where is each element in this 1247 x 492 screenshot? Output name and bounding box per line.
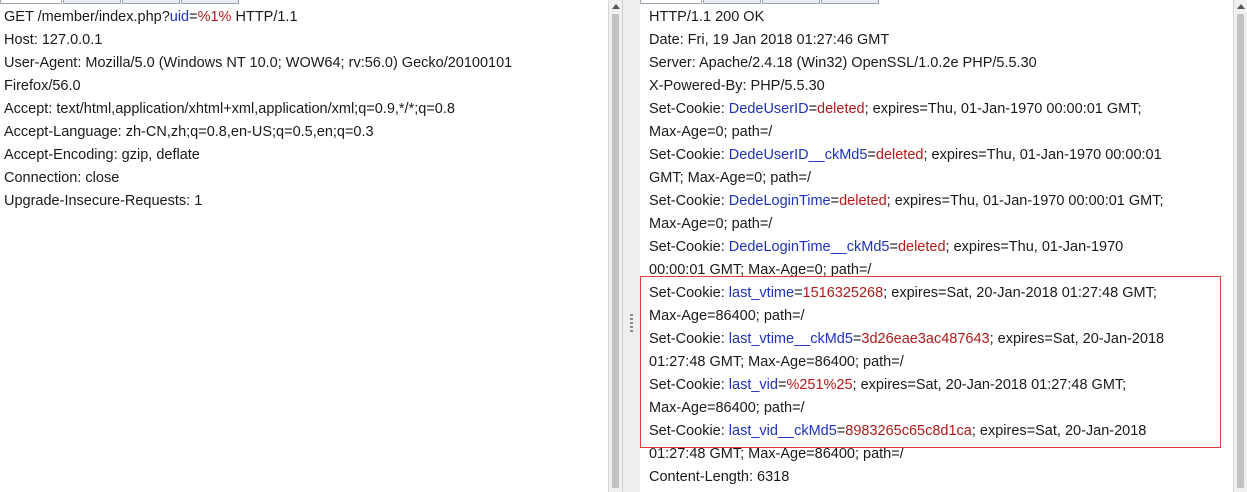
set-cookie-cont: GMT; Max-Age=0; path=/ <box>649 170 811 186</box>
set-cookie-label: Set-Cookie: <box>649 147 729 163</box>
set-cookie-line: Set-Cookie: last_vtime=1516325268; expir… <box>649 282 1157 305</box>
param-name: uid <box>169 9 190 25</box>
cookie-value: %251%25 <box>786 377 853 393</box>
response-tabs <box>640 0 880 4</box>
set-cookie-label: Set-Cookie: <box>649 331 729 347</box>
header-powered-by: X-Powered-By: PHP/5.5.30 <box>649 78 825 94</box>
cookie-name: last_vid__ckMd5 <box>728 423 837 439</box>
cookie-value: 1516325268 <box>802 285 884 301</box>
cookie-value: deleted <box>897 239 946 255</box>
set-cookie-line: Set-Cookie: last_vid=%251%25; expires=Sa… <box>649 374 1126 397</box>
set-cookie-cont: Max-Age=86400; path=/ <box>649 400 805 416</box>
cookie-attrs: ; expires=Sat, 20-Jan-2018 01:27:48 GMT; <box>883 285 1157 301</box>
request-protocol: HTTP/1.1 <box>231 9 298 25</box>
set-cookie-cont: Max-Age=0; path=/ <box>649 216 773 232</box>
cookie-name: DedeUserID <box>728 101 809 117</box>
cookie-eq: = <box>830 193 840 209</box>
header-date: Date: Fri, 19 Jan 2018 01:27:46 GMT <box>649 32 890 48</box>
request-tabs <box>0 0 240 4</box>
header-upgrade: Upgrade-Insecure-Requests: 1 <box>4 193 203 209</box>
cookie-attrs: ; expires=Thu, 01-Jan-1970 00:00:01 GMT; <box>864 101 1142 117</box>
cookie-name: last_vid <box>728 377 778 393</box>
request-line: GET /member/index.php?uid=%1% HTTP/1.1 <box>4 6 298 29</box>
status-line: HTTP/1.1 200 OK <box>649 9 765 25</box>
tab-headers[interactable] <box>703 0 761 4</box>
tab-raw[interactable] <box>640 0 702 4</box>
cookie-eq: = <box>889 239 898 255</box>
cookie-value: 8983265c65c8d1ca <box>845 423 972 439</box>
set-cookie-label: Set-Cookie: <box>649 239 729 255</box>
cookie-value: 3d26eae3ac487643 <box>861 331 990 347</box>
set-cookie-line: Set-Cookie: last_vtime__ckMd5=3d26eae3ac… <box>649 328 1164 351</box>
header-host: Host: 127.0.0.1 <box>4 32 103 48</box>
header-accept-language: Accept-Language: zh-CN,zh;q=0.8,en-US;q=… <box>4 124 374 140</box>
set-cookie-line: Set-Cookie: DedeUserID=deleted; expires=… <box>649 98 1142 121</box>
tab-hex[interactable] <box>181 0 239 4</box>
param-value: %1% <box>197 9 232 25</box>
cookie-value: deleted <box>817 101 865 117</box>
cookie-attrs: ; expires=Sat, 20-Jan-2018 01:27:48 GMT; <box>852 377 1127 393</box>
cookie-name: DedeLoginTime <box>728 193 831 209</box>
set-cookie-line: Set-Cookie: DedeLoginTime=deleted; expir… <box>649 190 1164 213</box>
header-server: Server: Apache/2.4.18 (Win32) OpenSSL/1.… <box>649 55 1037 71</box>
set-cookie-label: Set-Cookie: <box>649 423 729 439</box>
set-cookie-line: Set-Cookie: DedeUserID__ckMd5=deleted; e… <box>649 144 1162 167</box>
header-accept-encoding: Accept-Encoding: gzip, deflate <box>4 147 200 163</box>
tab-raw[interactable] <box>0 0 62 4</box>
cookie-eq: = <box>836 423 846 439</box>
response-pane[interactable]: HTTP/1.1 200 OK Date: Fri, 19 Jan 2018 0… <box>640 0 1247 492</box>
set-cookie-label: Set-Cookie: <box>649 193 729 209</box>
header-accept: Accept: text/html,application/xhtml+xml,… <box>4 101 455 117</box>
set-cookie-line: Set-Cookie: DedeLoginTime__ckMd5=deleted… <box>649 236 1123 259</box>
set-cookie-cont: 00:00:01 GMT; Max-Age=0; path=/ <box>649 262 872 278</box>
tab-hex[interactable] <box>762 0 820 4</box>
cookie-attrs: ; expires=Thu, 01-Jan-1970 00:00:01 GMT; <box>886 193 1164 209</box>
param-eq: = <box>189 9 198 25</box>
set-cookie-label: Set-Cookie: <box>649 377 729 393</box>
set-cookie-line: Set-Cookie: last_vid__ckMd5=8983265c65c8… <box>649 420 1146 443</box>
set-cookie-cont: 01:27:48 GMT; Max-Age=86400; path=/ <box>649 354 904 370</box>
tab-params[interactable] <box>63 0 121 4</box>
request-scrollbar[interactable] <box>608 0 623 492</box>
response-scrollbar[interactable] <box>1233 0 1247 492</box>
cookie-attrs: ; expires=Thu, 01-Jan-1970 <box>945 239 1124 255</box>
header-content-length: Content-Length: 6318 <box>649 469 790 485</box>
cookie-value: deleted <box>875 147 924 163</box>
cookie-name: last_vtime <box>728 285 795 301</box>
scrollbar-thumb[interactable] <box>1237 14 1244 488</box>
scroll-up-arrow-icon[interactable] <box>612 4 620 9</box>
cookie-eq: = <box>794 285 803 301</box>
request-method: GET <box>4 9 34 25</box>
request-pane[interactable]: GET /member/index.php?uid=%1% HTTP/1.1 H… <box>0 0 608 492</box>
set-cookie-label: Set-Cookie: <box>649 101 729 117</box>
cookie-name: DedeUserID__ckMd5 <box>728 147 868 163</box>
cookie-attrs: ; expires=Thu, 01-Jan-1970 00:00:01 <box>923 147 1162 163</box>
scrollbar-thumb[interactable] <box>612 14 619 488</box>
request-path: /member/index.php? <box>37 9 170 25</box>
cookie-value: deleted <box>839 193 887 209</box>
splitter-grip-icon <box>630 314 633 334</box>
set-cookie-cont: Max-Age=0; path=/ <box>649 124 773 140</box>
set-cookie-label: Set-Cookie: <box>649 285 729 301</box>
scroll-up-arrow-icon[interactable] <box>1237 4 1245 9</box>
cookie-eq: = <box>867 147 876 163</box>
cookie-eq: = <box>808 101 818 117</box>
cookie-attrs: ; expires=Sat, 20-Jan-2018 <box>989 331 1165 347</box>
tab-headers[interactable] <box>122 0 180 4</box>
cookie-name: last_vtime__ckMd5 <box>728 331 853 347</box>
header-connection: Connection: close <box>4 170 120 186</box>
header-user-agent-cont: Firefox/56.0 <box>4 78 81 94</box>
pane-splitter[interactable] <box>622 0 642 492</box>
tab-render[interactable] <box>821 0 879 4</box>
set-cookie-cont: Max-Age=86400; path=/ <box>649 308 805 324</box>
cookie-attrs: ; expires=Sat, 20-Jan-2018 <box>971 423 1147 439</box>
header-user-agent: User-Agent: Mozilla/5.0 (Windows NT 10.0… <box>4 55 513 71</box>
cookie-name: DedeLoginTime__ckMd5 <box>728 239 890 255</box>
set-cookie-cont: 01:27:48 GMT; Max-Age=86400; path=/ <box>649 446 904 462</box>
